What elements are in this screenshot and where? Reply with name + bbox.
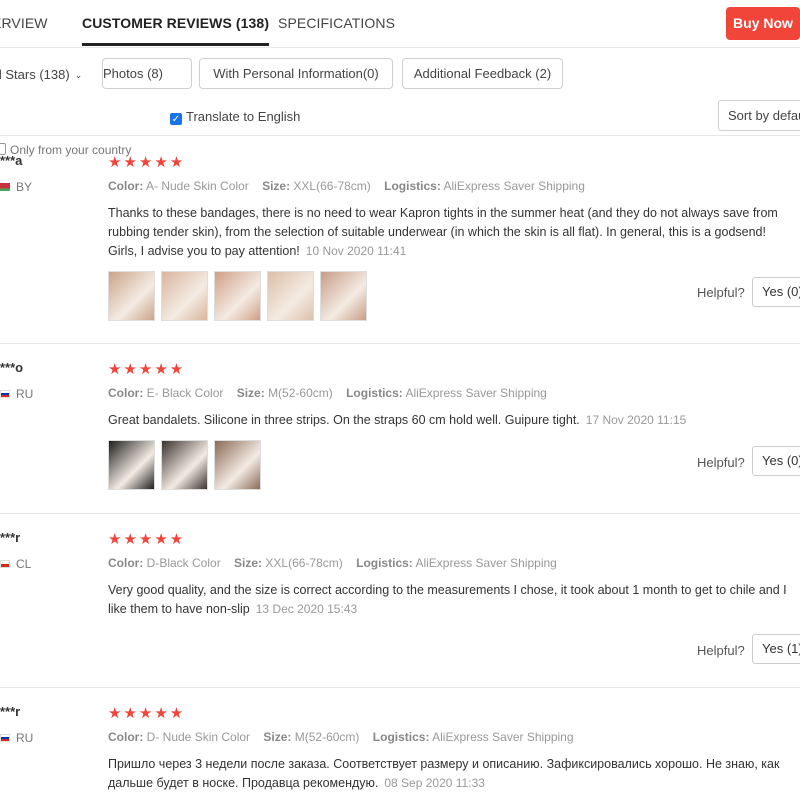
flag-icon (0, 734, 10, 742)
logistics-label: Logistics: (356, 556, 413, 570)
review-item: ***a BY ★★★★★ Color: A- Nude Skin Color … (0, 137, 800, 344)
review-meta: Color: A- Nude Skin Color Size: XXL(66-7… (108, 179, 585, 193)
tab-customer-reviews[interactable]: CUSTOMER REVIEWS (138) (82, 15, 270, 46)
review-text-block: Very good quality, and the size is corre… (108, 581, 788, 619)
size-value: XXL(66-78cm) (293, 179, 371, 193)
color-value: D- Nude Skin Color (146, 730, 251, 744)
logistics-label: Logistics: (346, 386, 403, 400)
review-photo-thumbnail[interactable] (161, 440, 208, 490)
review-text-block: Thanks to these bandages, there is no ne… (108, 204, 788, 261)
review-text: Very good quality, and the size is corre… (108, 583, 787, 616)
flag-icon (0, 183, 10, 191)
options-row: Only from your country ✓ Translate to Eng… (0, 100, 800, 157)
review-date: 17 Nov 2020 11:15 (585, 413, 687, 427)
star-rating: ★★★★★ (108, 531, 186, 548)
star-filter-label: ll Stars (138) (0, 67, 70, 82)
country-code: CL (16, 557, 32, 571)
review-item: ***o RU ★★★★★ Color: E- Black Color Size… (0, 344, 800, 514)
size-label: Size: (234, 556, 263, 570)
reviewer-name: ***a (0, 153, 23, 168)
country-code: RU (16, 731, 34, 745)
star-filter-dropdown[interactable]: ll Stars (138) ⌄ (0, 67, 82, 82)
chevron-down-icon: ⌄ (74, 70, 83, 80)
logistics-value: AliExpress Saver Shipping (432, 730, 574, 744)
reviewer-name: ***r (0, 530, 21, 545)
translate-option[interactable]: ✓ Translate to English (170, 109, 300, 125)
reviewer-country: CL (0, 557, 31, 571)
review-photos (108, 440, 261, 490)
size-value: XXL(66-78cm) (265, 556, 343, 570)
logistics-label: Logistics: (372, 730, 430, 744)
tab-overview[interactable]: ERVIEW (0, 15, 48, 31)
review-photo-thumbnail[interactable] (161, 271, 208, 321)
translate-checkbox[interactable]: ✓ (170, 113, 182, 125)
color-label: Color: (108, 730, 144, 744)
translate-label: Translate to English (186, 109, 301, 124)
review-date: 10 Nov 2020 11:41 (305, 244, 407, 258)
sort-dropdown[interactable]: Sort by default (718, 100, 800, 131)
review-photo-thumbnail[interactable] (214, 271, 261, 321)
review-text-block: Пришло через 3 недели после заказа. Соот… (108, 755, 788, 793)
reviewer-country: RU (0, 731, 33, 745)
tab-bar: ERVIEW CUSTOMER REVIEWS (138) SPECIFICAT… (0, 0, 800, 48)
tab-specifications[interactable]: SPECIFICATIONS (278, 15, 395, 31)
star-rating: ★★★★★ (108, 154, 186, 171)
photos-filter-button[interactable]: Photos (8) (102, 58, 192, 89)
helpful-yes-button[interactable]: Yes (1) (752, 634, 800, 664)
review-date: 13 Dec 2020 15:43 (255, 602, 358, 616)
color-value: E- Black Color (146, 386, 224, 400)
reviewer-name: ***r (0, 704, 21, 719)
helpful-yes-button[interactable]: Yes (0) (752, 277, 800, 307)
review-photo-thumbnail[interactable] (108, 440, 155, 490)
flag-icon (0, 390, 10, 398)
size-label: Size: (262, 179, 291, 193)
review-item: ***r CL ★★★★★ Color: D-Black Color Size:… (0, 514, 800, 688)
review-meta: Color: D- Nude Skin Color Size: M(52-60c… (108, 730, 574, 744)
review-text: Thanks to these bandages, there is no ne… (108, 206, 778, 258)
review-photo-thumbnail[interactable] (320, 271, 367, 321)
logistics-label: Logistics: (384, 179, 441, 193)
buy-now-button[interactable]: Buy Now (726, 7, 800, 40)
review-photo-thumbnail[interactable] (214, 440, 261, 490)
size-value: M(52-60cm) (268, 386, 333, 400)
logistics-value: AliExpress Saver Shipping (405, 386, 547, 400)
helpful-label: Helpful? (697, 643, 745, 658)
review-text: Great bandalets. Silicone in three strip… (108, 413, 580, 427)
helpful-yes-button[interactable]: Yes (0) (752, 446, 800, 476)
color-value: D-Black Color (146, 556, 221, 570)
review-meta: Color: D-Black Color Size: XXL(66-78cm) … (108, 556, 557, 570)
size-label: Size: (236, 386, 265, 400)
review-item: ***r RU ★★★★★ Color: D- Nude Skin Color … (0, 688, 800, 800)
star-rating: ★★★★★ (108, 361, 186, 378)
review-photo-thumbnail[interactable] (267, 271, 314, 321)
star-rating: ★★★★★ (108, 705, 186, 722)
reviewer-name: ***o (0, 360, 24, 375)
country-code: RU (16, 387, 34, 401)
color-label: Color: (108, 179, 144, 193)
logistics-value: AliExpress Saver Shipping (415, 556, 557, 570)
flag-icon (0, 560, 10, 568)
helpful-label: Helpful? (697, 455, 745, 470)
color-value: A- Nude Skin Color (146, 179, 249, 193)
helpful-label: Helpful? (697, 285, 745, 300)
reviewer-country: BY (0, 180, 32, 194)
review-photo-thumbnail[interactable] (108, 271, 155, 321)
color-label: Color: (108, 556, 144, 570)
review-date: 08 Sep 2020 11:33 (384, 776, 485, 790)
filter-bar: ll Stars (138) ⌄ Photos (8) With Personal… (0, 58, 800, 92)
country-code: BY (16, 180, 33, 194)
color-label: Color: (108, 386, 144, 400)
personal-info-filter-button[interactable]: With Personal Information(0) (199, 58, 393, 89)
review-meta: Color: E- Black Color Size: M(52-60cm) L… (108, 386, 547, 400)
review-text-block: Great bandalets. Silicone in three strip… (108, 411, 788, 430)
size-value: M(52-60cm) (294, 730, 360, 744)
logistics-value: AliExpress Saver Shipping (443, 179, 585, 193)
additional-feedback-filter-button[interactable]: Additional Feedback (2) (402, 58, 563, 89)
review-photos (108, 271, 367, 321)
size-label: Size: (263, 730, 292, 744)
reviewer-country: RU (0, 387, 33, 401)
